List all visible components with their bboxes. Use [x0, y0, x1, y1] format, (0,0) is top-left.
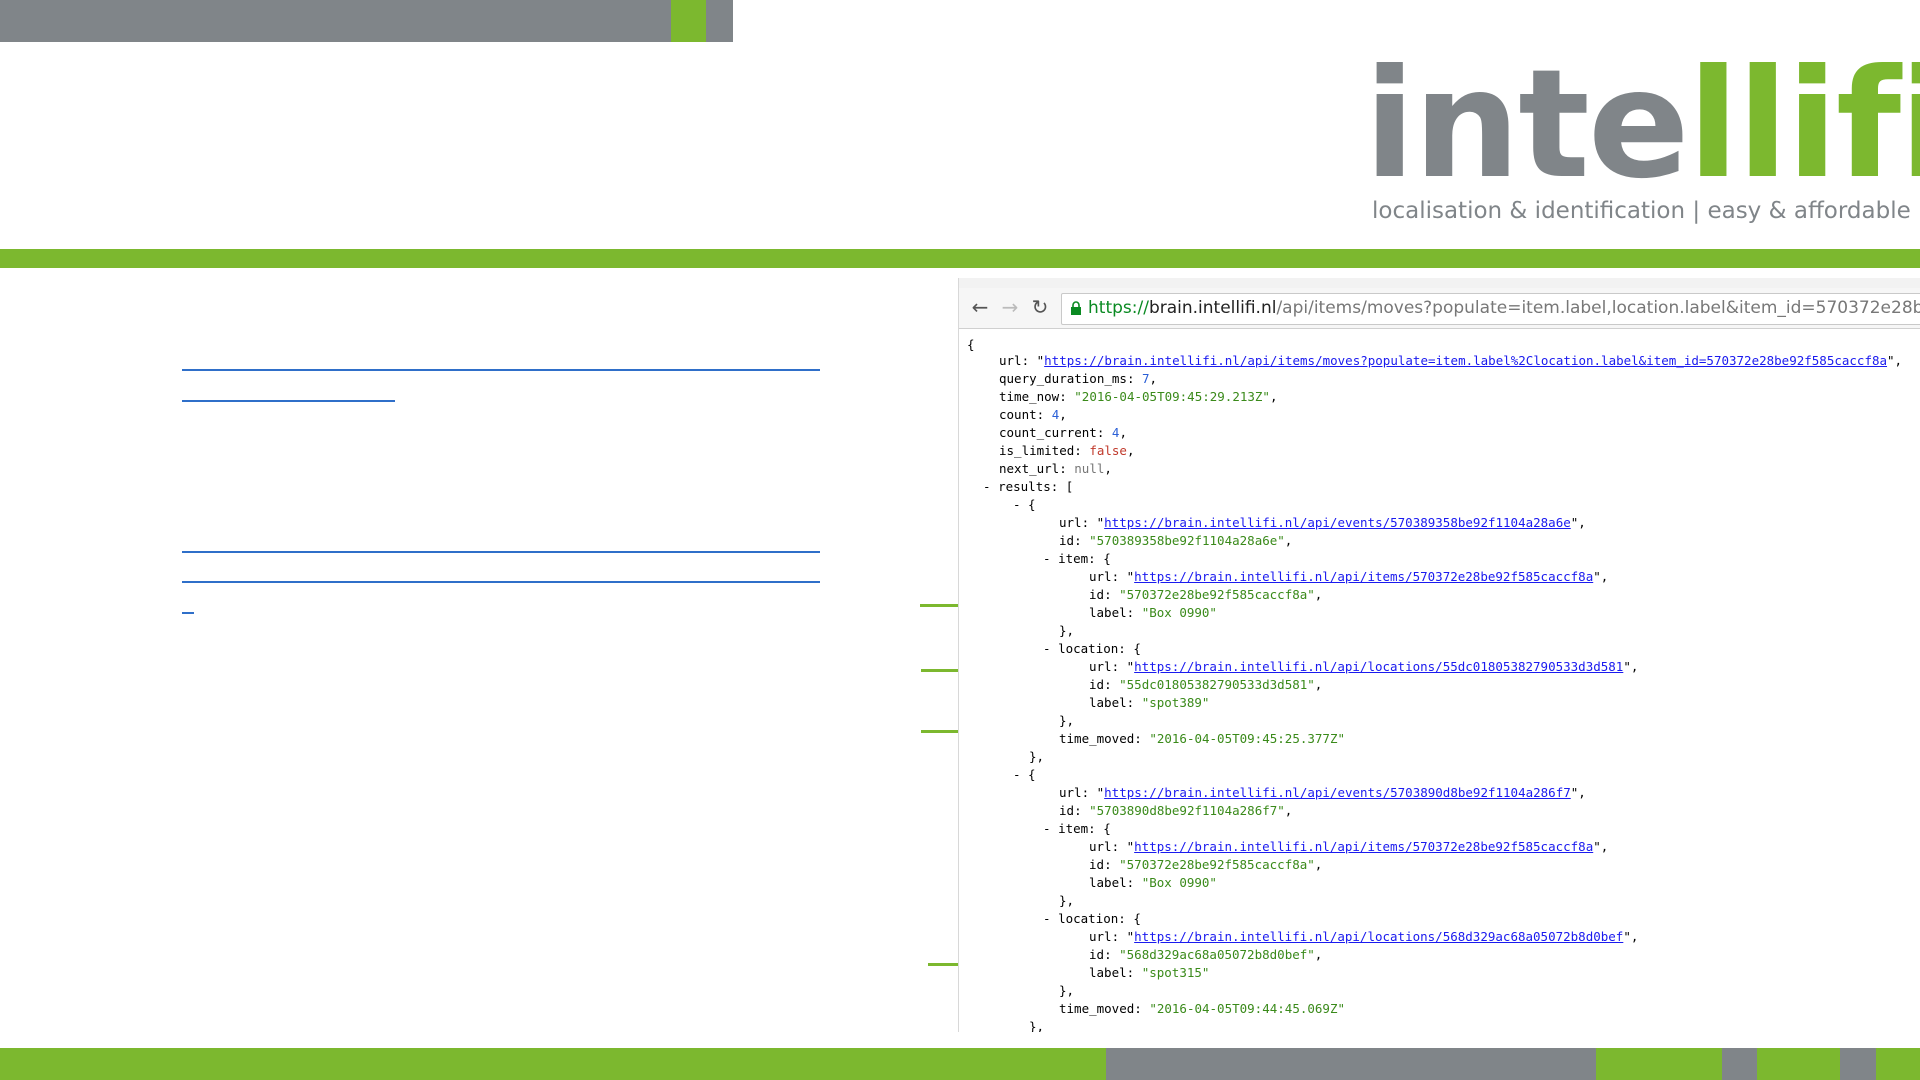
- json-number: 4: [1051, 407, 1060, 422]
- intellifi-logo: intellifi localisation & identification …: [1364, 40, 1920, 240]
- json-collapse-toggle[interactable]: - {: [1013, 496, 1036, 514]
- json-line: next_url: null,: [999, 461, 1112, 476]
- json-string: "2016-04-05T09:45:25.377Z": [1149, 731, 1345, 746]
- browser-toolbar: ← → ↻ https://brain.intellifi.nl/api/ite…: [959, 288, 1920, 329]
- json-link[interactable]: https://brain.intellifi.nl/api/items/mov…: [1044, 353, 1887, 368]
- json-line: label: "Box 0990": [1089, 605, 1217, 620]
- json-collapse-toggle[interactable]: - location: {: [1043, 640, 1141, 658]
- top-gray-bar: [0, 0, 671, 42]
- json-line: url: "https://brain.intellifi.nl/api/loc…: [1089, 929, 1639, 944]
- top-gray-accent: [706, 0, 733, 42]
- json-link[interactable]: https://brain.intellifi.nl/api/items/570…: [1134, 839, 1593, 854]
- json-string: "568d329ac68a05072b8d0bef": [1119, 947, 1315, 962]
- json-line: url: "https://brain.intellifi.nl/api/ite…: [1089, 569, 1609, 584]
- top-green-accent: [671, 0, 706, 42]
- json-line: id: "568d329ac68a05072b8d0bef",: [1089, 947, 1323, 962]
- reload-icon[interactable]: ↻: [1027, 294, 1053, 320]
- address-bar[interactable]: https://brain.intellifi.nl/api/items/mov…: [1061, 293, 1920, 325]
- json-string: "Box 0990": [1141, 605, 1217, 620]
- json-line: id: "570372e28be92f585caccf8a",: [1089, 587, 1323, 602]
- link-underline[interactable]: [182, 581, 820, 583]
- json-string: "2016-04-05T09:45:29.213Z": [1074, 389, 1270, 404]
- address-bar-url: https://brain.intellifi.nl/api/items/mov…: [1088, 298, 1920, 318]
- url-host: brain.intellifi.nl: [1148, 298, 1277, 318]
- bottom-bar-gray: [1722, 1048, 1757, 1080]
- json-line: count_current: 4,: [999, 425, 1127, 440]
- json-line: count: 4,: [999, 407, 1067, 422]
- json-string: "spot389": [1141, 695, 1210, 710]
- link-underline[interactable]: [182, 400, 395, 402]
- json-null: null: [1074, 461, 1105, 476]
- json-string: "spot315": [1141, 965, 1210, 980]
- json-boolean: false: [1089, 443, 1127, 458]
- json-string: "Box 0990": [1141, 875, 1217, 890]
- json-link[interactable]: https://brain.intellifi.nl/api/locations…: [1134, 659, 1623, 674]
- json-line: },: [1029, 749, 1045, 764]
- json-line: id: "570389358be92f1104a28a6e",: [1059, 533, 1293, 548]
- json-collapse-toggle[interactable]: - {: [1013, 766, 1036, 784]
- json-collapse-toggle[interactable]: - item: {: [1043, 820, 1111, 838]
- json-link[interactable]: https://brain.intellifi.nl/api/events/57…: [1104, 785, 1571, 800]
- bottom-bar-green: [0, 1048, 1106, 1080]
- json-line: url: "https://brain.intellifi.nl/api/ite…: [1089, 839, 1609, 854]
- json-string: "570372e28be92f585caccf8a": [1119, 587, 1315, 602]
- json-collapse-toggle[interactable]: - location: {: [1043, 910, 1141, 928]
- json-number: 4: [1111, 425, 1120, 440]
- json-line: time_moved: "2016-04-05T09:44:45.069Z": [1059, 1001, 1345, 1016]
- json-line: label: "spot315": [1089, 965, 1210, 980]
- browser-window: ← → ↻ https://brain.intellifi.nl/api/ite…: [958, 278, 1920, 1032]
- back-arrow-icon[interactable]: ←: [967, 294, 993, 320]
- json-line: id: "5703890d8be92f1104a286f7",: [1059, 803, 1293, 818]
- json-line: is_limited: false,: [999, 443, 1135, 458]
- json-link[interactable]: https://brain.intellifi.nl/api/items/570…: [1134, 569, 1593, 584]
- json-line: url: "https://brain.intellifi.nl/api/eve…: [1059, 515, 1586, 530]
- json-line: },: [1059, 713, 1075, 728]
- json-number: 7: [1142, 371, 1150, 386]
- json-line: url: "https://brain.intellifi.nl/api/eve…: [1059, 785, 1586, 800]
- header-divider-bar: [0, 249, 1920, 268]
- link-underline[interactable]: [182, 551, 820, 553]
- bottom-bar-green: [1596, 1048, 1722, 1080]
- json-link[interactable]: https://brain.intellifi.nl/api/locations…: [1134, 929, 1623, 944]
- json-line: time_now: "2016-04-05T09:45:29.213Z",: [999, 389, 1278, 404]
- json-line: },: [1059, 983, 1075, 998]
- url-scheme: https://: [1088, 298, 1149, 318]
- json-line: url: "https://brain.intellifi.nl/api/loc…: [1089, 659, 1639, 674]
- json-line: },: [1059, 623, 1075, 638]
- json-line: label: "spot389": [1089, 695, 1210, 710]
- link-underline[interactable]: [182, 369, 820, 371]
- bottom-bar-green: [1876, 1048, 1920, 1080]
- logo-wordmark: intellifi: [1364, 40, 1920, 210]
- logo-tagline: localisation & identification | easy & a…: [1372, 198, 1911, 224]
- json-line: id: "55dc01805382790533d3d581",: [1089, 677, 1323, 692]
- json-collapse-toggle[interactable]: - results: [: [983, 478, 1073, 496]
- json-link[interactable]: https://brain.intellifi.nl/api/events/57…: [1104, 515, 1571, 530]
- json-string: "570372e28be92f585caccf8a": [1119, 857, 1315, 872]
- json-string: "55dc01805382790533d3d581": [1119, 677, 1315, 692]
- json-string: "5703890d8be92f1104a286f7": [1089, 803, 1285, 818]
- bottom-bar-gray: [1840, 1048, 1876, 1080]
- bottom-bar-gray: [1106, 1048, 1596, 1080]
- json-line: },: [1029, 1019, 1045, 1032]
- url-path: /api/items/moves?populate=item.label,loc…: [1276, 298, 1920, 318]
- logo-wordmark-green: llifi: [1687, 38, 1920, 212]
- json-line: label: "Box 0990": [1089, 875, 1217, 890]
- json-string: "2016-04-05T09:44:45.069Z": [1149, 1001, 1345, 1016]
- json-string: "570389358be92f1104a28a6e": [1089, 533, 1285, 548]
- json-line: time_moved: "2016-04-05T09:45:25.377Z": [1059, 731, 1345, 746]
- json-line: query_duration_ms: 7,: [999, 371, 1158, 386]
- json-line: },: [1059, 893, 1075, 908]
- logo-wordmark-gray: inte: [1364, 38, 1690, 212]
- bottom-bar-green: [1757, 1048, 1840, 1080]
- forward-arrow-icon[interactable]: →: [997, 294, 1023, 320]
- json-collapse-toggle[interactable]: - item: {: [1043, 550, 1111, 568]
- json-line: id: "570372e28be92f585caccf8a",: [1089, 857, 1323, 872]
- link-underline[interactable]: [182, 612, 194, 614]
- json-line: url: "https://brain.intellifi.nl/api/ite…: [999, 353, 1903, 368]
- json-line: {: [967, 337, 975, 352]
- lock-icon: [1071, 301, 1081, 315]
